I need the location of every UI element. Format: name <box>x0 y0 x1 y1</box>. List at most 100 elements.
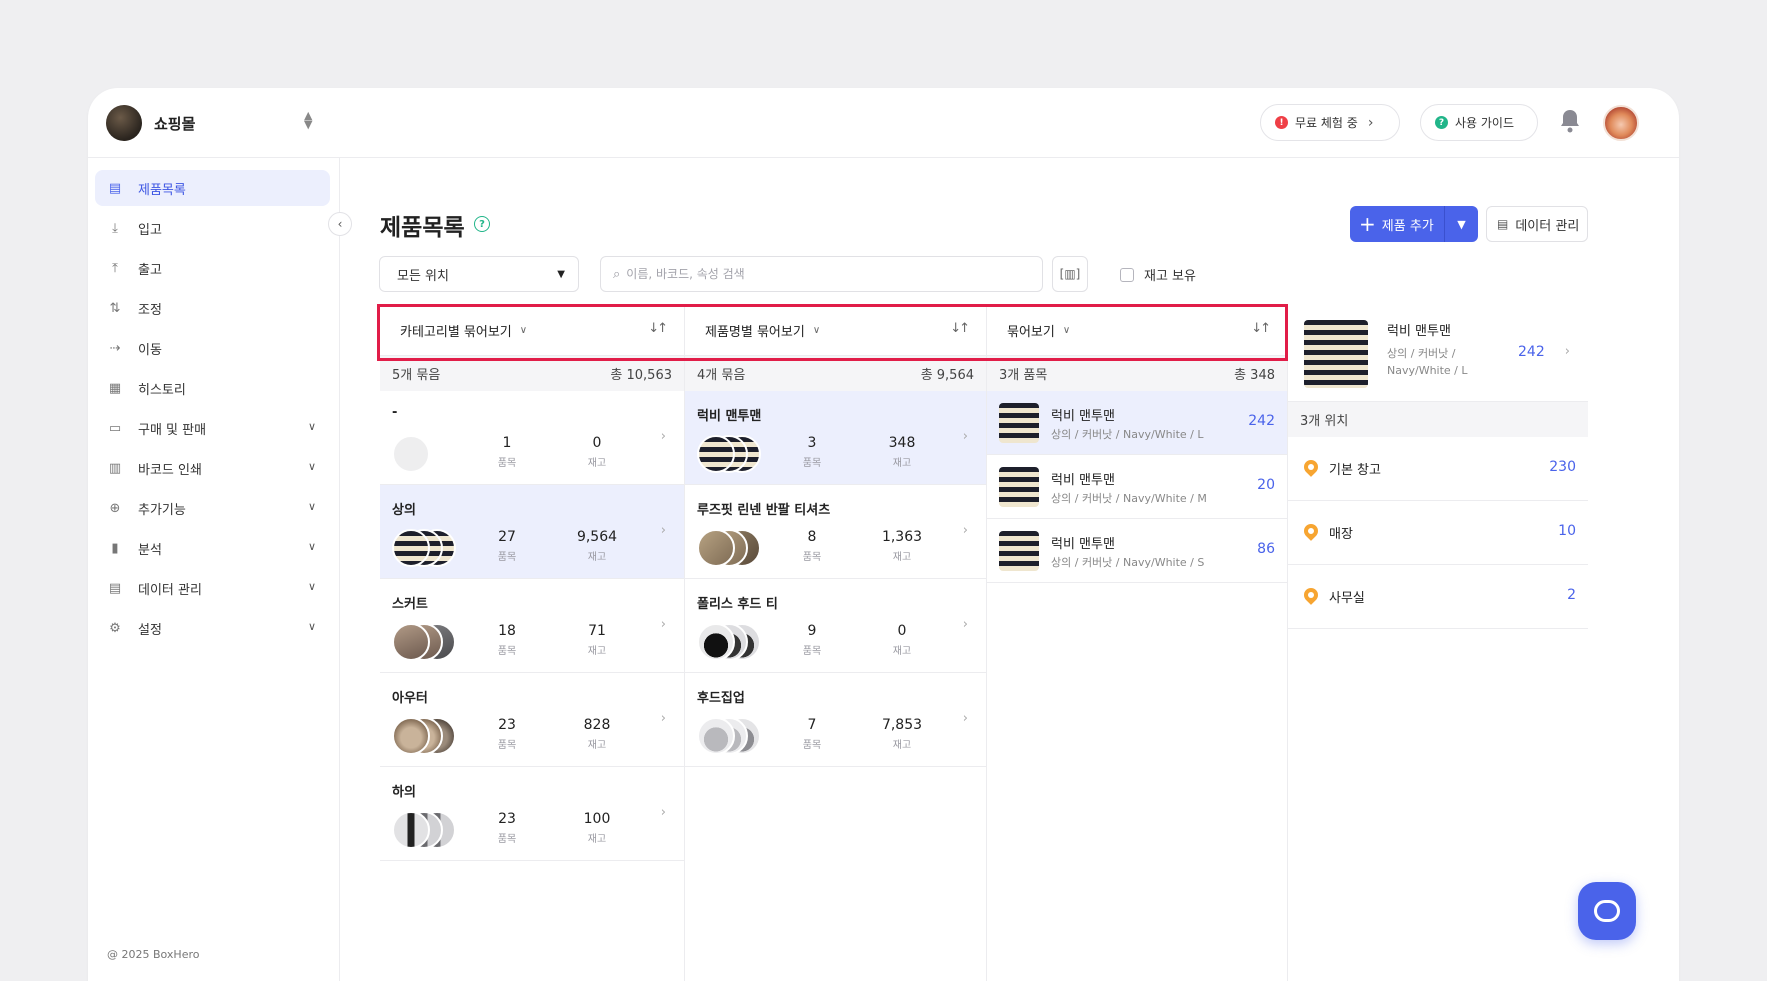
free-trial-button[interactable]: ! 무료 체험 중 › <box>1260 104 1400 141</box>
table-row[interactable]: 럭비 맨투맨 상의 / 커버낫 / Navy/White / L 242 <box>987 391 1287 455</box>
chevron-right-icon: › <box>660 805 666 820</box>
help-icon[interactable]: ? <box>474 216 490 232</box>
chevron-down-icon: ∨ <box>307 420 316 433</box>
item-list-title: 묶어보기 <box>1007 325 1055 340</box>
thumbnail-stack <box>697 529 769 569</box>
location-row[interactable]: 사무실 2 <box>1288 565 1588 629</box>
sidebar-item-add-ons[interactable]: ⊕ 추가기능 ∨ <box>95 490 330 526</box>
list-item[interactable]: 루즈핏 린넨 반팔 티셔츠 8 품목 1,363 재고 › <box>685 485 986 579</box>
list-item[interactable]: 럭비 맨투맨 3 품목 348 재고 › <box>685 391 986 485</box>
location-pin-icon <box>1301 457 1321 477</box>
page-title: 제품목록 <box>380 215 465 241</box>
sidebar-item-history[interactable]: ▦ 히스토리 <box>95 370 330 406</box>
item-count: 3 품목 <box>802 435 822 469</box>
user-avatar[interactable] <box>1603 105 1639 141</box>
search-field[interactable]: ⌕ <box>600 256 1043 292</box>
detail-item-name: 럭비 맨투맨 <box>1387 324 1451 339</box>
stock-count: 348 재고 <box>888 435 916 469</box>
sidebar-item-data-management[interactable]: ▤ 데이터 관리 ∨ <box>95 570 330 606</box>
item-count: 1 품목 <box>497 435 517 469</box>
table-row[interactable]: 럭비 맨투맨 상의 / 커버낫 / Navy/White / S 86 <box>987 519 1287 583</box>
store-switch-icon[interactable]: ▲ ▼ <box>304 110 312 130</box>
add-product-main[interactable]: + 제품 추가 <box>1350 206 1445 242</box>
item-count: 9 품목 <box>802 623 822 657</box>
list-item[interactable]: 아우터 23 품목 828 재고 › <box>380 673 684 767</box>
sidebar-item-products[interactable]: ▤ 제품목록 <box>95 170 330 206</box>
in-stock-label: 재고 보유 <box>1144 269 1196 284</box>
item-name: 럭비 맨투맨 <box>1051 409 1115 424</box>
location-row[interactable]: 기본 창고 230 <box>1288 437 1588 501</box>
item-detail-header[interactable]: 럭비 맨투맨 상의 / 커버낫 / Navy/White / L 242 › <box>1288 306 1588 402</box>
list-item[interactable]: 상의 27 품목 9,564 재고 › <box>380 485 684 579</box>
sidebar-item-move[interactable]: ⇢ 이동 <box>95 330 330 366</box>
store-avatar[interactable] <box>106 105 142 141</box>
item-count: 23 품목 <box>497 811 517 845</box>
item-list-header[interactable]: 묶어보기 ∨ ↓↑ <box>987 306 1287 356</box>
chevron-right-icon: › <box>1564 344 1570 359</box>
stock-count: 71 재고 <box>587 623 607 657</box>
product-group-title: 제품명별 묶어보기 <box>705 325 805 340</box>
category-group-header[interactable]: 카테고리별 묶어보기 ∨ ↓↑ <box>380 306 684 356</box>
sidebar-item-label: 데이터 관리 <box>138 582 202 598</box>
list-item[interactable]: 스커트 18 품목 71 재고 › <box>380 579 684 673</box>
search-input[interactable] <box>626 267 1027 281</box>
chevron-right-icon: › <box>660 617 666 632</box>
sidebar-item-settings[interactable]: ⚙ 설정 ∨ <box>95 610 330 646</box>
location-name: 사무실 <box>1329 591 1365 606</box>
item-count: 18 품목 <box>497 623 517 657</box>
sidebar-item-label: 바코드 인쇄 <box>138 462 202 478</box>
chart-icon: ▮ <box>111 540 119 556</box>
group-name: 후드집업 <box>697 691 745 706</box>
table-row[interactable]: 럭비 맨투맨 상의 / 커버낫 / Navy/White / M 20 <box>987 455 1287 519</box>
product-thumbnail <box>1304 320 1368 388</box>
sidebar-item-stock-out[interactable]: ⤒ 출고 <box>95 250 330 286</box>
group-name: 상의 <box>392 503 416 518</box>
barcode-scan-button[interactable]: [▥] <box>1052 256 1088 292</box>
group-count: 4개 묶음 <box>697 368 746 383</box>
chat-support-button[interactable] <box>1578 882 1636 940</box>
arrow-down-icon: ⤓ <box>112 220 118 236</box>
data-management-label: 데이터 관리 <box>1515 218 1580 234</box>
user-guide-button[interactable]: ? 사용 가이드 <box>1420 104 1538 141</box>
sort-icon[interactable]: ↓↑ <box>950 321 970 336</box>
sidebar-item-label: 조정 <box>138 302 162 318</box>
item-name: 럭비 맨투맨 <box>1051 537 1115 552</box>
stock-count: 9,564 재고 <box>576 529 618 563</box>
item-quantity: 242 <box>1248 413 1275 429</box>
product-thumbnail <box>999 467 1039 507</box>
document-icon: ▭ <box>108 420 122 436</box>
location-select[interactable]: 모든 위치 ▼ <box>379 256 579 292</box>
stock-count: 7,853 재고 <box>881 717 923 751</box>
store-name[interactable]: 쇼핑몰 <box>154 113 195 134</box>
sidebar-item-stock-in[interactable]: ⤓ 입고 <box>95 210 330 246</box>
list-item[interactable]: 하의 23 품목 100 재고 › <box>380 767 684 861</box>
chevron-down-icon: ∨ <box>307 460 316 473</box>
item-quantity: 86 <box>1257 541 1275 557</box>
list-item[interactable]: - 1 품목 0 재고 › <box>380 391 684 485</box>
help-icon: ? <box>1435 116 1448 129</box>
bell-icon[interactable] <box>1558 108 1582 134</box>
sidebar-item-purchase-sales[interactable]: ▭ 구매 및 판매 ∨ <box>95 410 330 446</box>
database-icon: ▤ <box>108 580 122 596</box>
category-group-column: 카테고리별 묶어보기 ∨ ↓↑ 5개 묶음 총 10,563 - 1 품목 0 재고… <box>380 306 685 981</box>
chevron-right-icon: › <box>962 429 968 444</box>
sort-icon[interactable]: ↓↑ <box>1251 321 1271 336</box>
in-stock-filter[interactable]: 재고 보유 <box>1120 265 1196 284</box>
list-item[interactable]: 폴리스 후드 티 9 품목 0 재고 › <box>685 579 986 673</box>
search-icon: ⌕ <box>613 266 621 282</box>
thumbnail-stack <box>697 717 769 757</box>
location-row[interactable]: 매장 10 <box>1288 501 1588 565</box>
sidebar-item-adjust[interactable]: ⇅ 조정 <box>95 290 330 326</box>
sidebar-item-analytics[interactable]: ▮ 분석 ∨ <box>95 530 330 566</box>
chevron-down-icon[interactable]: ▼ <box>1445 218 1478 231</box>
data-management-button[interactable]: ▤ 데이터 관리 <box>1486 206 1588 242</box>
list-item[interactable]: 후드집업 7 품목 7,853 재고 › <box>685 673 986 767</box>
product-group-header[interactable]: 제품명별 묶어보기 ∨ ↓↑ <box>685 306 986 356</box>
collapse-sidebar-button[interactable]: ‹ <box>328 212 352 236</box>
product-group-column: 제품명별 묶어보기 ∨ ↓↑ 4개 묶음 총 9,564 럭비 맨투맨 3 품목 … <box>685 306 987 981</box>
sidebar-item-barcode-print[interactable]: ▥ 바코드 인쇄 ∨ <box>95 450 330 486</box>
add-product-button[interactable]: + 제품 추가 ▼ <box>1350 206 1478 242</box>
sort-icon[interactable]: ↓↑ <box>648 321 668 336</box>
in-stock-checkbox[interactable] <box>1120 267 1134 282</box>
gear-icon: ⚙ <box>109 620 121 636</box>
